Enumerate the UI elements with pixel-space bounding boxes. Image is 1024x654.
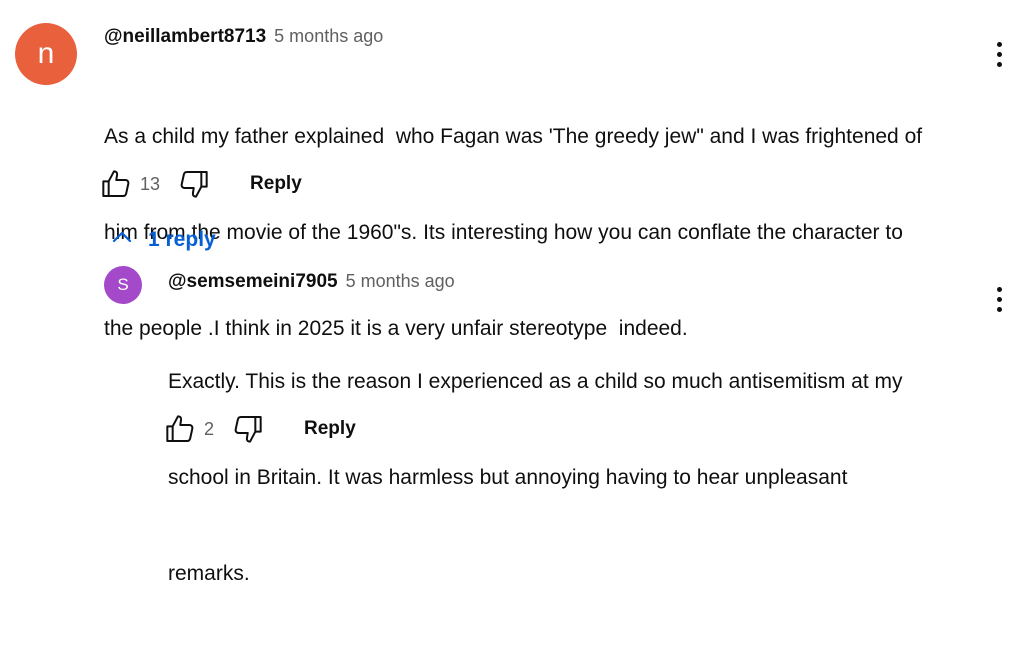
comment-header: @neillambert8713 5 months ago <box>104 26 383 48</box>
like-count: 13 <box>140 173 161 194</box>
timestamp[interactable]: 5 months ago <box>274 26 383 47</box>
comment-text: Exactly. This is the reason I experience… <box>168 302 903 654</box>
more-dot <box>996 286 1002 292</box>
avatar[interactable]: S <box>104 266 142 304</box>
more-vert-icon[interactable] <box>987 283 1011 315</box>
replies-count-label: 1 reply <box>148 227 216 251</box>
thumbs-down-icon[interactable] <box>232 413 264 445</box>
like-count: 2 <box>204 418 215 439</box>
author-name[interactable]: @semsemeini7905 <box>168 271 338 293</box>
avatar-letter: S <box>117 275 129 294</box>
avatar[interactable]: n <box>15 23 77 85</box>
replies-toggle[interactable]: 1 reply <box>110 225 216 254</box>
comment-text-line: Exactly. This is the reason I experience… <box>168 370 903 393</box>
more-dot <box>996 61 1002 67</box>
comment-actions: 2 Reply <box>164 413 356 445</box>
chevron-up-icon <box>110 225 134 254</box>
reply-button[interactable]: Reply <box>304 418 356 440</box>
author-name[interactable]: @neillambert8713 <box>104 26 266 48</box>
timestamp[interactable]: 5 months ago <box>346 271 455 292</box>
more-dot <box>996 41 1002 47</box>
comment-text-line: him from the movie of the 1960"s. Its in… <box>104 221 903 244</box>
comment-text-line: remarks. <box>168 562 250 585</box>
more-dot <box>996 306 1002 312</box>
thumbs-down-icon[interactable] <box>178 168 210 200</box>
comment-actions: 13 Reply <box>100 168 302 200</box>
thumbs-up-icon[interactable] <box>164 413 196 445</box>
comment-text-line: school in Britain. It was harmless but a… <box>168 466 848 489</box>
avatar-letter: n <box>37 37 55 70</box>
more-dot <box>996 296 1002 302</box>
reply-button[interactable]: Reply <box>250 173 302 195</box>
more-vert-icon[interactable] <box>987 38 1011 70</box>
comment-text-line: As a child my father explained who Fagan… <box>104 125 923 148</box>
comment-header: @semsemeini7905 5 months ago <box>168 271 455 293</box>
thumbs-up-icon[interactable] <box>100 168 132 200</box>
more-dot <box>996 51 1002 57</box>
